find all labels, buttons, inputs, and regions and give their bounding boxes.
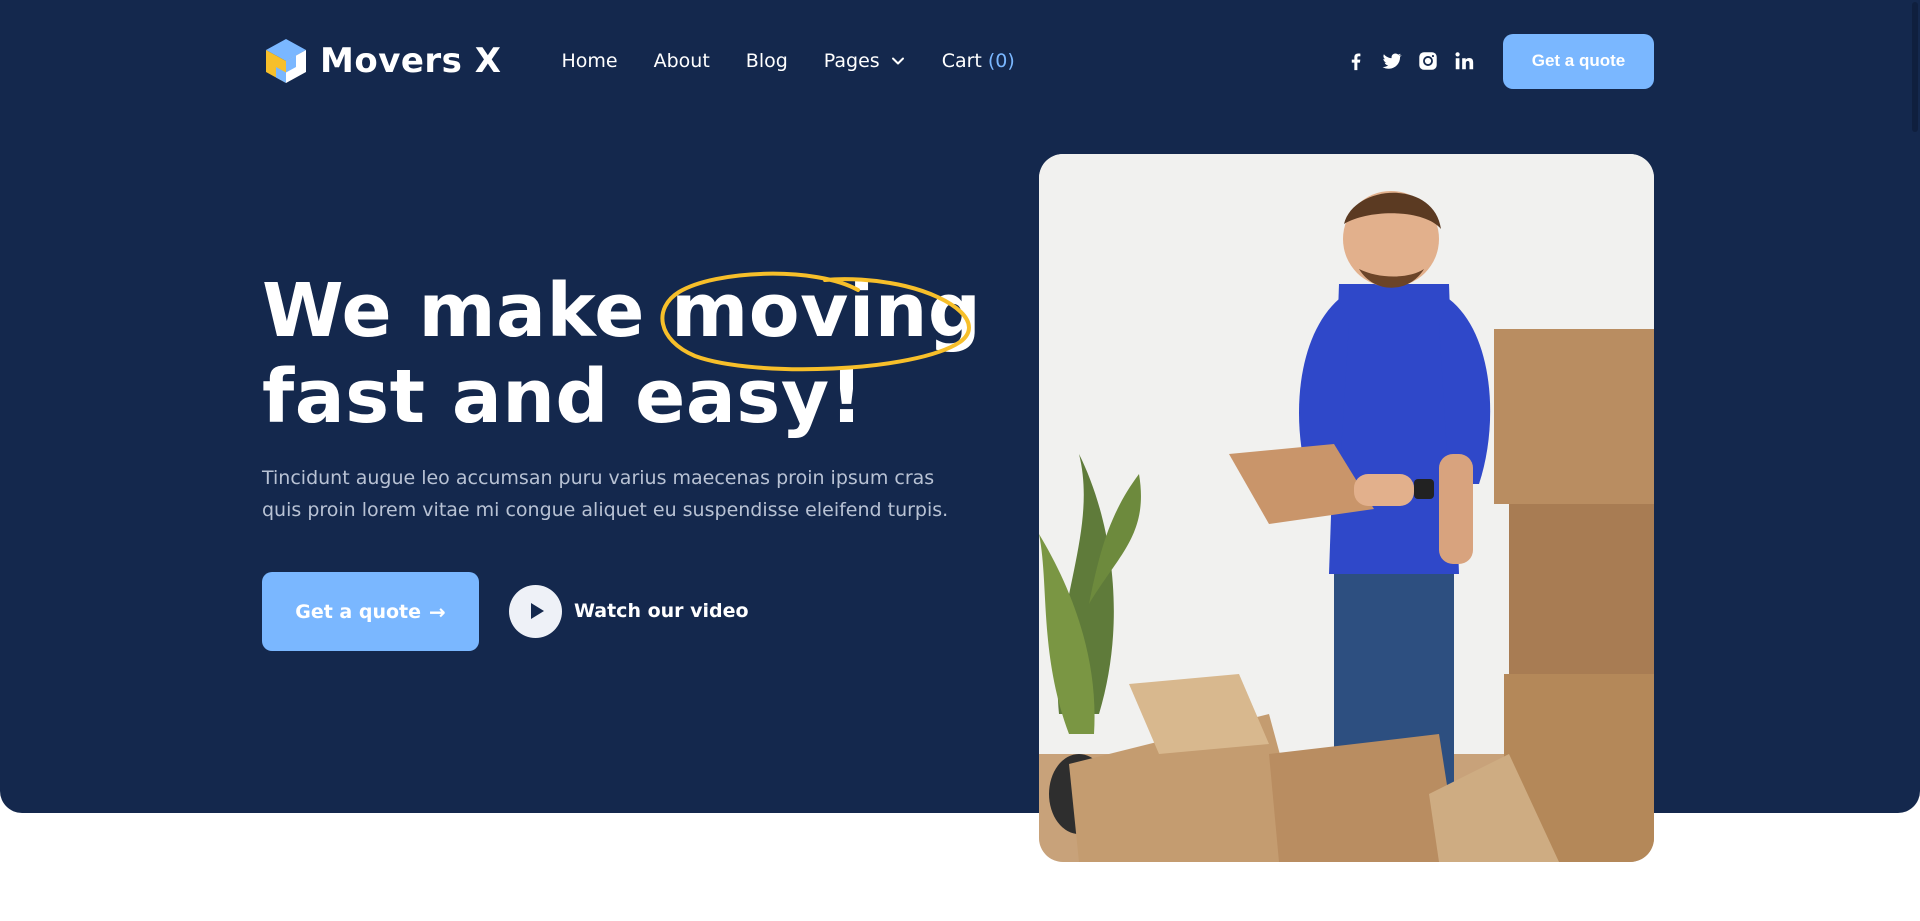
hero-photo	[1039, 154, 1654, 862]
nav-cart[interactable]: Cart (0)	[942, 50, 1015, 72]
headline-highlight: moving	[660, 268, 982, 372]
headline-line-2: fast and easy!	[262, 354, 864, 440]
nav-about[interactable]: About	[654, 50, 710, 72]
play-icon	[530, 603, 544, 619]
mover-photo-illustration	[1039, 154, 1654, 862]
social-links	[1333, 48, 1477, 74]
nav-pages-label: Pages	[823, 50, 880, 72]
nav-pages-dropdown[interactable]: Pages	[824, 50, 906, 72]
nav-blog[interactable]: Blog	[746, 50, 788, 72]
main-nav: Home About Blog Pages Cart (0)	[561, 50, 1050, 72]
headline-part1: We make	[262, 268, 645, 354]
chevron-down-icon	[891, 57, 904, 65]
logo[interactable]: Movers X	[262, 37, 501, 85]
header-right: Get a quote	[1333, 33, 1654, 89]
cart-label: Cart	[941, 50, 982, 72]
arrow-right-icon: →	[429, 599, 446, 624]
header-get-quote-button[interactable]: Get a quote	[1503, 33, 1654, 89]
hero-headline: We make moving fast and easy!	[262, 268, 1022, 440]
brand-name: Movers X	[320, 41, 502, 81]
watch-video-link[interactable]: Watch our video	[509, 584, 749, 638]
video-label: Watch our video	[574, 600, 749, 622]
site-header: Movers X Home About Blog Pages Cart (0)	[262, 30, 1654, 92]
hero-cta-label: Get a quote	[295, 600, 421, 623]
cart-count: (0)	[987, 50, 1015, 72]
facebook-icon[interactable]	[1343, 48, 1369, 74]
nav-home[interactable]: Home	[561, 50, 617, 72]
headline-line-1: We make moving	[262, 268, 1022, 372]
linkedin-icon[interactable]	[1451, 48, 1477, 74]
twitter-icon[interactable]	[1379, 48, 1405, 74]
hero-get-quote-button[interactable]: Get a quote →	[262, 572, 479, 651]
instagram-icon[interactable]	[1415, 48, 1441, 74]
hero-subtext: Tincidunt augue leo accumsan puru varius…	[262, 467, 949, 521]
logo-cube-icon	[266, 39, 306, 83]
play-button[interactable]	[509, 584, 562, 638]
scrollbar-thumb[interactable]	[1912, 2, 1918, 132]
headline-highlight-word: moving	[671, 268, 982, 354]
